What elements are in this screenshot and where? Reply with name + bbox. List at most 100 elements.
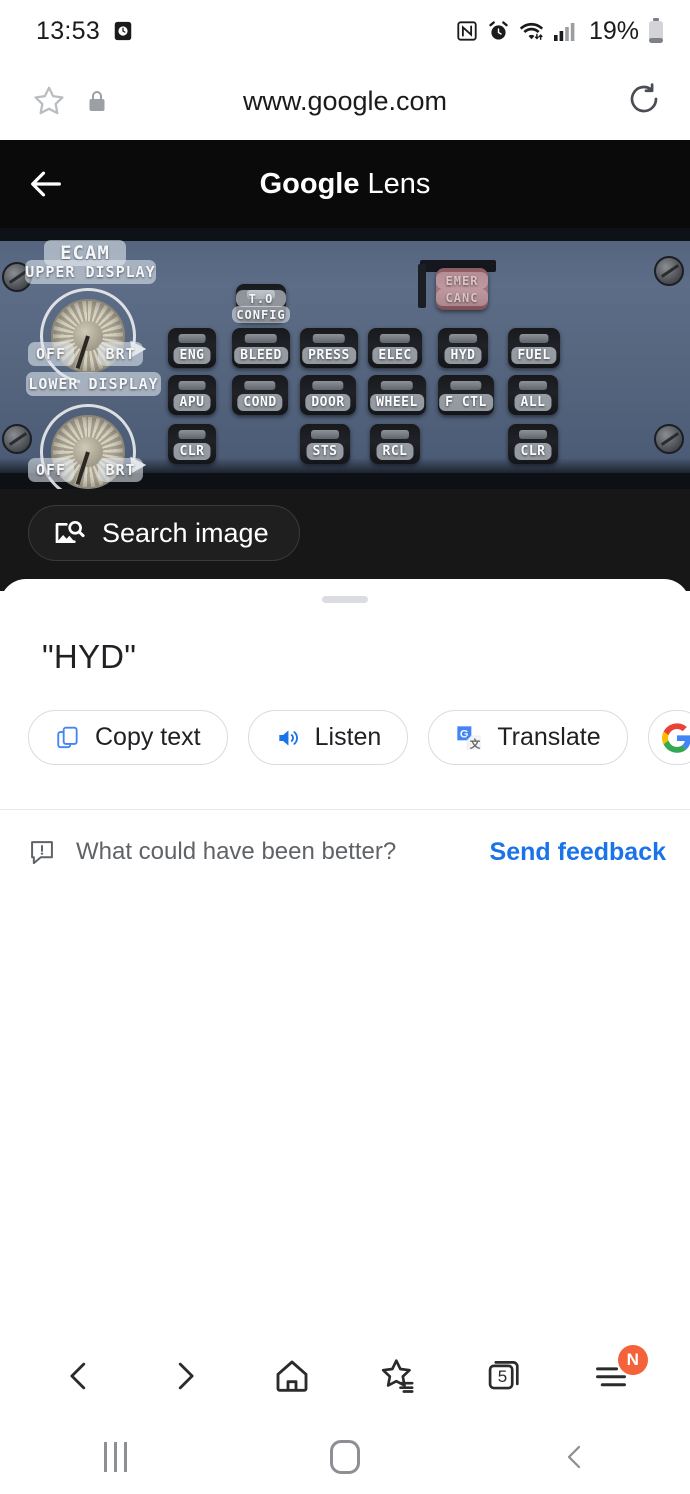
panel-button-label: PRESS bbox=[302, 347, 356, 364]
panel-button-label: CLR bbox=[514, 443, 552, 460]
listen-chip[interactable]: Listen bbox=[247, 710, 409, 765]
button-cap bbox=[380, 381, 414, 390]
translate-label: Translate bbox=[497, 723, 601, 751]
image-search-icon bbox=[53, 517, 85, 549]
panel-button-f-ctl[interactable]: F CTL bbox=[438, 375, 494, 415]
screen-recorder-icon bbox=[112, 20, 134, 42]
lens-title-lens: Lens bbox=[359, 167, 431, 200]
lens-title: Google Lens bbox=[0, 168, 690, 201]
lock-icon[interactable] bbox=[86, 89, 108, 113]
lens-captured-image[interactable]: T.O CONFIG EMER CANC ECAM UPPER DISPLAY OF… bbox=[0, 228, 690, 489]
panel-button-all[interactable]: ALL bbox=[508, 375, 558, 415]
panel-button-door[interactable]: DOOR bbox=[300, 375, 356, 415]
panel-button-apu[interactable]: APU bbox=[168, 375, 216, 415]
panel-button-label: WHEEL bbox=[370, 394, 424, 411]
panel-button-wheel[interactable]: WHEEL bbox=[368, 375, 426, 415]
panel-screw bbox=[654, 424, 684, 454]
lens-title-google: Google bbox=[259, 167, 360, 200]
google-g-icon bbox=[661, 722, 690, 753]
browser-home-button[interactable] bbox=[257, 1341, 327, 1411]
panel-button-clr[interactable]: CLR bbox=[168, 424, 216, 464]
browser-back-button[interactable] bbox=[44, 1341, 114, 1411]
button-cap bbox=[178, 334, 206, 343]
feedback-bubble-icon bbox=[28, 838, 56, 866]
button-cap bbox=[312, 334, 346, 343]
system-back-button[interactable] bbox=[530, 1420, 620, 1494]
lens-actions-bar: Search image bbox=[0, 489, 690, 591]
panel-button-fuel[interactable]: FUEL bbox=[508, 328, 560, 368]
panel-button-elec[interactable]: ELEC bbox=[368, 328, 422, 368]
panel-label-config: CONFIG bbox=[232, 306, 290, 323]
panel-button-sts[interactable]: STS bbox=[300, 424, 350, 464]
browser-tabs-button[interactable]: 5 bbox=[469, 1341, 539, 1411]
panel-button-label: ALL bbox=[514, 394, 552, 411]
url-bar-left-icons bbox=[32, 84, 108, 118]
status-bar-right: 19% bbox=[456, 17, 664, 46]
battery-percent-label: 19% bbox=[588, 16, 639, 45]
panel-label-brt: BRT bbox=[98, 458, 143, 482]
panel-button-eng[interactable]: ENG bbox=[168, 328, 216, 368]
browser-url-bar[interactable]: www.google.com bbox=[0, 62, 690, 140]
panel-screw bbox=[654, 256, 684, 286]
button-cap bbox=[519, 334, 549, 343]
panel-button-bleed[interactable]: BLEED bbox=[232, 328, 290, 368]
recents-icon bbox=[103, 1442, 127, 1472]
panel-label-emer: EMER bbox=[436, 272, 488, 289]
panel-button-clr[interactable]: CLR bbox=[508, 424, 558, 464]
panel-label-off: OFF bbox=[28, 458, 74, 482]
alarm-icon bbox=[487, 20, 510, 43]
translate-chip[interactable]: G 文 Translate bbox=[428, 710, 628, 765]
button-cap bbox=[381, 430, 409, 439]
panel-button-label: ENG bbox=[173, 347, 211, 364]
send-feedback-link[interactable]: Send feedback bbox=[490, 838, 666, 867]
speaker-icon bbox=[275, 725, 301, 751]
panel-button-label: DOOR bbox=[305, 394, 351, 411]
google-search-chip[interactable] bbox=[647, 710, 690, 765]
search-image-label: Search image bbox=[102, 517, 269, 548]
home-button[interactable] bbox=[300, 1420, 390, 1494]
home-circle-icon bbox=[330, 1440, 360, 1474]
panel-button-label: CLR bbox=[173, 443, 211, 460]
panel-button-press[interactable]: PRESS bbox=[300, 328, 358, 368]
panel-button-cond[interactable]: COND bbox=[232, 375, 288, 415]
panel-button-label: COND bbox=[237, 394, 283, 411]
wifi-icon bbox=[519, 20, 544, 42]
google-lens-overlay: Google Lens T.O CONFIG EMER CANC ECAM UP… bbox=[0, 140, 690, 591]
copy-icon bbox=[55, 725, 81, 751]
button-cap bbox=[244, 381, 276, 390]
status-bar-left: 13:53 bbox=[36, 17, 134, 46]
button-cap bbox=[311, 430, 339, 439]
browser-forward-button[interactable] bbox=[150, 1341, 220, 1411]
panel-label-off: OFF bbox=[28, 342, 74, 366]
status-bar: 13:53 19% bbox=[0, 0, 690, 62]
feedback-row: What could have been better? Send feedba… bbox=[0, 810, 690, 894]
status-bar-clock: 13:53 bbox=[36, 16, 101, 45]
google-translate-icon: G 文 bbox=[455, 724, 483, 752]
browser-bottom-nav: 5 N bbox=[0, 1330, 690, 1420]
button-cap bbox=[244, 334, 278, 343]
back-arrow-icon[interactable] bbox=[26, 164, 66, 204]
star-icon[interactable] bbox=[32, 84, 66, 118]
search-image-button[interactable]: Search image bbox=[28, 505, 300, 561]
reload-button[interactable] bbox=[626, 81, 662, 122]
panel-button-label: FUEL bbox=[511, 347, 557, 364]
reload-icon[interactable] bbox=[626, 81, 662, 117]
browser-menu-button[interactable]: N bbox=[576, 1341, 648, 1411]
button-cap bbox=[312, 381, 344, 390]
panel-label-to: T.O bbox=[236, 290, 286, 307]
recents-button[interactable] bbox=[70, 1420, 160, 1494]
back-chevron-icon bbox=[567, 1445, 581, 1469]
browser-bookmarks-button[interactable] bbox=[363, 1341, 433, 1411]
feedback-question: What could have been better? bbox=[76, 838, 397, 865]
panel-button-label: ELEC bbox=[372, 347, 418, 364]
button-cap bbox=[519, 381, 547, 390]
svg-text:文: 文 bbox=[469, 737, 481, 750]
panel-button-label: HYD bbox=[444, 347, 482, 364]
battery-icon bbox=[648, 18, 664, 44]
sheet-drag-handle[interactable] bbox=[322, 596, 368, 603]
tab-count-label: 5 bbox=[497, 1366, 508, 1386]
copy-text-chip[interactable]: Copy text bbox=[28, 710, 228, 765]
panel-button-rcl[interactable]: RCL bbox=[370, 424, 420, 464]
panel-button-hyd[interactable]: HYD bbox=[438, 328, 488, 368]
panel-label-canc: CANC bbox=[436, 289, 488, 306]
